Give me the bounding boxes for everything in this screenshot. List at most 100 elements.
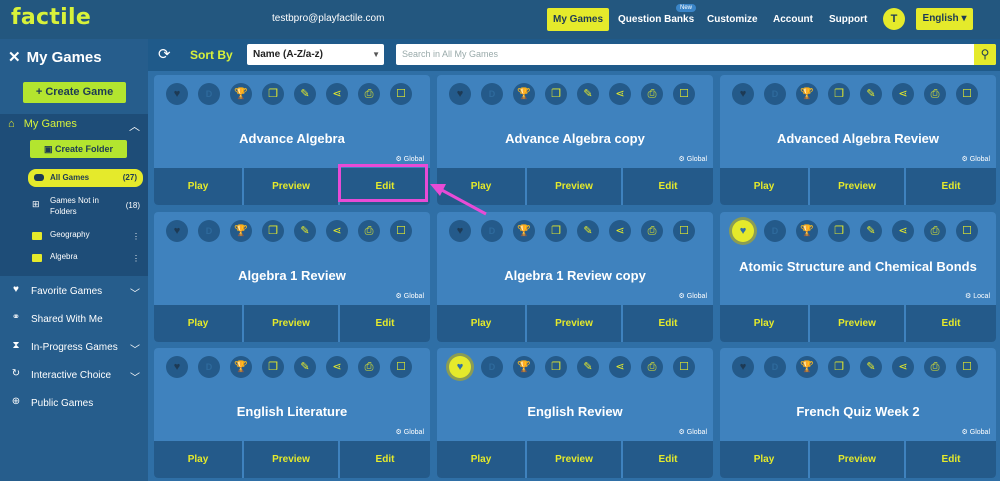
play-button[interactable]: Play (720, 305, 808, 342)
sidebar-item-favorite-games[interactable]: ♥ Favorite Games ﹀ (8, 284, 142, 302)
checkbox-icon[interactable]: ☐ (390, 83, 412, 105)
preview-button[interactable]: Preview (244, 441, 338, 478)
checkbox-icon[interactable]: ☐ (956, 220, 978, 242)
nav-account[interactable]: Account (767, 8, 819, 31)
print-icon[interactable]: ⎙ (358, 220, 380, 242)
sidebar-item-interactive-choice[interactable]: ↻ Interactive Choice ﹀ (8, 368, 142, 386)
preview-button[interactable]: Preview (244, 305, 338, 342)
trophy-icon[interactable]: 🏆 (796, 83, 818, 105)
share-icon[interactable]: ⋖ (892, 83, 914, 105)
search-icon[interactable]: ⚲ (974, 44, 996, 65)
nav-customize[interactable]: Customize (701, 8, 764, 31)
d-badge-icon[interactable]: D (198, 356, 220, 378)
preview-button[interactable]: Preview (527, 441, 621, 478)
close-icon[interactable]: ✕ (8, 49, 21, 66)
edit-icon[interactable]: ✎ (294, 220, 316, 242)
edit-button[interactable]: Edit (906, 441, 996, 478)
share-icon[interactable]: ⋖ (609, 220, 631, 242)
preview-button[interactable]: Preview (810, 441, 904, 478)
sidebar-item-my-games[interactable]: ⌂ My Games ︿ (8, 118, 142, 136)
d-badge-icon[interactable]: D (481, 83, 503, 105)
print-icon[interactable]: ⎙ (924, 83, 946, 105)
trophy-icon[interactable]: 🏆 (230, 83, 252, 105)
copy-icon[interactable]: ❐ (545, 83, 567, 105)
heart-icon[interactable]: ♥ (166, 83, 188, 105)
heart-icon[interactable]: ♥ (732, 220, 754, 242)
play-button[interactable]: Play (154, 168, 242, 205)
preview-button[interactable]: Preview (244, 168, 338, 205)
avatar[interactable]: T (883, 8, 905, 30)
edit-icon[interactable]: ✎ (577, 356, 599, 378)
trophy-icon[interactable]: 🏆 (513, 356, 535, 378)
edit-icon[interactable]: ✎ (860, 356, 882, 378)
trophy-icon[interactable]: 🏆 (513, 83, 535, 105)
edit-button[interactable]: Edit (623, 168, 713, 205)
copy-icon[interactable]: ❐ (828, 83, 850, 105)
d-badge-icon[interactable]: D (764, 220, 786, 242)
sidebar-item-all-games[interactable]: All Games (27) (28, 169, 143, 187)
factile-logo[interactable]: factile (11, 5, 91, 30)
edit-icon[interactable]: ✎ (577, 83, 599, 105)
sidebar-item-algebra[interactable]: Algebra ⋮ (32, 252, 144, 266)
heart-icon[interactable]: ♥ (732, 356, 754, 378)
sidebar-item-geography[interactable]: Geography ⋮ (32, 230, 144, 244)
share-icon[interactable]: ⋖ (609, 83, 631, 105)
play-button[interactable]: Play (437, 441, 525, 478)
heart-icon[interactable]: ♥ (449, 356, 471, 378)
edit-button[interactable]: Edit (340, 441, 430, 478)
sort-select[interactable]: Name (A-Z/a-z) ▼ (247, 44, 384, 65)
checkbox-icon[interactable]: ☐ (673, 356, 695, 378)
heart-icon[interactable]: ♥ (449, 220, 471, 242)
play-button[interactable]: Play (720, 168, 808, 205)
play-button[interactable]: Play (720, 441, 808, 478)
share-icon[interactable]: ⋖ (326, 83, 348, 105)
copy-icon[interactable]: ❐ (545, 220, 567, 242)
edit-icon[interactable]: ✎ (294, 83, 316, 105)
checkbox-icon[interactable]: ☐ (390, 356, 412, 378)
d-badge-icon[interactable]: D (481, 220, 503, 242)
share-icon[interactable]: ⋖ (892, 356, 914, 378)
edit-icon[interactable]: ✎ (860, 83, 882, 105)
edit-button[interactable]: Edit (906, 168, 996, 205)
sidebar-item-in-progress[interactable]: ⧗ In-Progress Games ﹀ (8, 340, 142, 358)
trophy-icon[interactable]: 🏆 (230, 356, 252, 378)
preview-button[interactable]: Preview (527, 168, 621, 205)
copy-icon[interactable]: ❐ (828, 220, 850, 242)
edit-button[interactable]: Edit (623, 441, 713, 478)
share-icon[interactable]: ⋖ (326, 220, 348, 242)
trophy-icon[interactable]: 🏆 (230, 220, 252, 242)
d-badge-icon[interactable]: D (198, 220, 220, 242)
print-icon[interactable]: ⎙ (358, 83, 380, 105)
edit-button[interactable]: Edit (623, 305, 713, 342)
copy-icon[interactable]: ❐ (262, 356, 284, 378)
trophy-icon[interactable]: 🏆 (796, 356, 818, 378)
language-select[interactable]: English ▾ (916, 8, 973, 30)
edit-icon[interactable]: ✎ (294, 356, 316, 378)
print-icon[interactable]: ⎙ (358, 356, 380, 378)
heart-icon[interactable]: ♥ (449, 83, 471, 105)
print-icon[interactable]: ⎙ (924, 356, 946, 378)
chevron-down-icon[interactable]: ﹀ (130, 341, 140, 356)
nav-my-games[interactable]: My Games (547, 8, 610, 31)
heart-icon[interactable]: ♥ (166, 356, 188, 378)
chevron-up-icon[interactable]: ︿ (129, 118, 140, 134)
nav-support[interactable]: Support (823, 8, 873, 31)
edit-button[interactable]: Edit (906, 305, 996, 342)
sidebar-item-shared-with-me[interactable]: ⚭ Shared With Me (8, 312, 142, 330)
edit-icon[interactable]: ✎ (860, 220, 882, 242)
copy-icon[interactable]: ❐ (828, 356, 850, 378)
d-badge-icon[interactable]: D (481, 356, 503, 378)
share-icon[interactable]: ⋖ (609, 356, 631, 378)
search-input[interactable]: Search in All My Games ⚲ (396, 44, 996, 65)
print-icon[interactable]: ⎙ (641, 220, 663, 242)
d-badge-icon[interactable]: D (764, 356, 786, 378)
share-icon[interactable]: ⋖ (326, 356, 348, 378)
copy-icon[interactable]: ❐ (545, 356, 567, 378)
trophy-icon[interactable]: 🏆 (513, 220, 535, 242)
checkbox-icon[interactable]: ☐ (673, 83, 695, 105)
checkbox-icon[interactable]: ☐ (956, 83, 978, 105)
preview-button[interactable]: Preview (810, 168, 904, 205)
more-vertical-icon[interactable]: ⋮ (132, 254, 140, 263)
print-icon[interactable]: ⎙ (641, 83, 663, 105)
d-badge-icon[interactable]: D (198, 83, 220, 105)
